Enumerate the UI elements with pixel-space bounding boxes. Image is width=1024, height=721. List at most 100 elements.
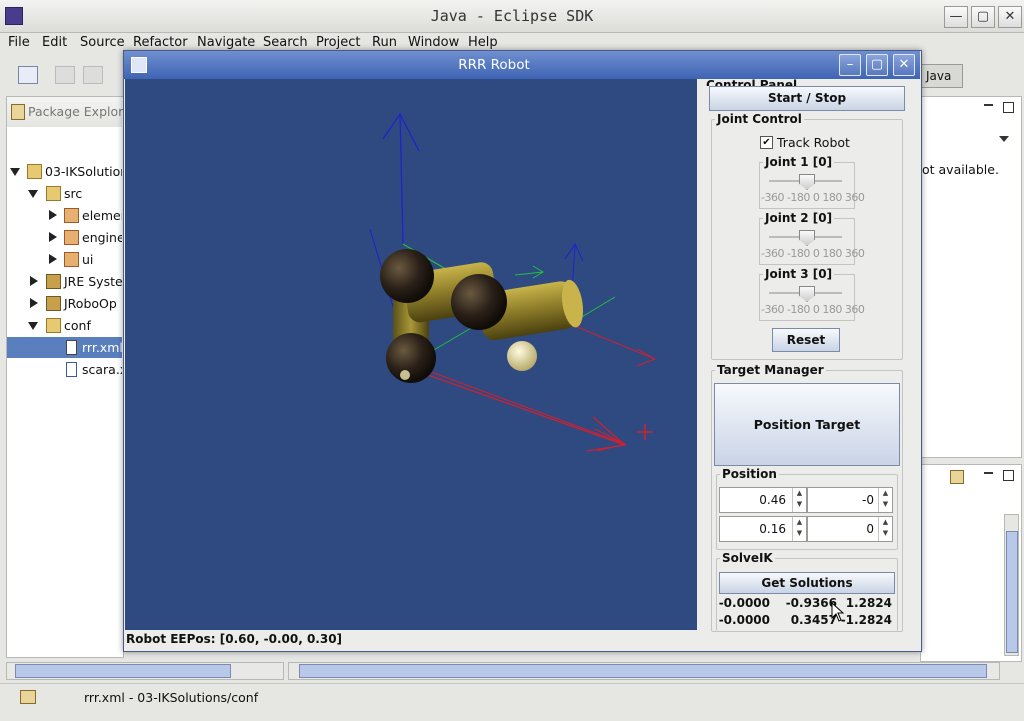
position-y-spinner[interactable]: -0 ▲ ▼: [807, 487, 893, 513]
collapse-arrow-icon[interactable]: [30, 298, 38, 308]
position-x-spinner[interactable]: 0.46 ▲ ▼: [719, 487, 807, 513]
solution-value: -0.0000: [719, 613, 770, 627]
spinner-arrows-icon[interactable]: ▲ ▼: [878, 517, 892, 541]
minimize-view-icon[interactable]: [984, 104, 993, 106]
spinner-arrows-icon[interactable]: ▲ ▼: [792, 517, 806, 541]
new-wizard-icon[interactable]: [18, 66, 38, 84]
joint-control-title: Joint Control: [715, 112, 804, 126]
position-z-spinner[interactable]: 0.16 ▲ ▼: [719, 516, 807, 542]
maximize-view-icon[interactable]: [1003, 102, 1014, 113]
tree-item-label: JRE Syste: [64, 274, 122, 289]
robot-maximize-button[interactable]: ▢: [866, 54, 888, 76]
spinner-arrows-icon[interactable]: ▲ ▼: [878, 488, 892, 512]
tree-item-package[interactable]: elemen: [7, 205, 122, 226]
tree-item-rrr-xml[interactable]: rrr.xml: [7, 337, 122, 358]
solution-row[interactable]: -0.0000 0.3457 -1.2824: [719, 613, 895, 630]
menu-edit[interactable]: Edit: [42, 35, 67, 50]
position-w-spinner[interactable]: 0 ▲ ▼: [807, 516, 893, 542]
robot-3d-canvas[interactable]: [125, 79, 697, 630]
tree-item-conf[interactable]: conf: [7, 315, 122, 336]
horizontal-scrollbar[interactable]: [6, 662, 284, 680]
scrollbar-thumb[interactable]: [1006, 531, 1018, 653]
tree-item-library[interactable]: JRE Syste: [7, 271, 122, 292]
print-icon[interactable]: [83, 66, 103, 84]
world-x-axis: [424, 373, 626, 446]
target-manager-title: Target Manager: [715, 363, 826, 377]
scrollbar-thumb[interactable]: [299, 664, 987, 678]
get-solutions-button[interactable]: Get Solutions: [719, 572, 895, 594]
library-icon: [46, 296, 61, 311]
solution-value: -0.9366: [785, 596, 837, 610]
package-icon: [64, 252, 79, 267]
collapse-arrow-icon[interactable]: [49, 210, 57, 220]
solution-row[interactable]: -0.0000 -0.9366 1.2824: [719, 596, 895, 613]
tree-item-label: conf: [64, 318, 91, 333]
position-x-value: 0.46: [759, 493, 786, 507]
spinner-arrows-icon[interactable]: ▲ ▼: [792, 488, 806, 512]
position-y-value: -0: [862, 493, 874, 507]
position-z-value: 0.16: [759, 522, 786, 536]
eclipse-maximize-button[interactable]: ▢: [971, 6, 995, 28]
expand-arrow-icon[interactable]: [10, 168, 20, 176]
robot-close-button[interactable]: ✕: [893, 54, 915, 76]
tree-item-src[interactable]: src: [7, 183, 122, 204]
collapse-arrow-icon[interactable]: [30, 276, 38, 286]
scrollbar-thumb[interactable]: [15, 664, 231, 678]
tree-item-library[interactable]: JRoboOp: [7, 293, 122, 314]
menu-project[interactable]: Project: [316, 35, 360, 50]
new-item-icon[interactable]: [950, 470, 964, 484]
java-perspective-button[interactable]: Java: [921, 64, 963, 88]
package-explorer-tab[interactable]: Package Explore: [28, 104, 131, 119]
folder-icon: [46, 318, 61, 333]
menu-source[interactable]: Source: [80, 35, 125, 50]
reset-button[interactable]: Reset: [772, 328, 840, 352]
collapse-arrow-icon[interactable]: [49, 232, 57, 242]
outline-message: ot available.: [922, 162, 999, 177]
fast-view-icon[interactable]: [20, 690, 36, 704]
java-perspective-label: Java: [926, 69, 952, 83]
save-icon[interactable]: [55, 66, 75, 84]
tree-item-label: src: [64, 186, 83, 201]
joint-2-sphere: [451, 274, 507, 330]
menu-window[interactable]: Window: [408, 35, 459, 50]
robot-minimize-button[interactable]: –: [839, 54, 861, 76]
solutions-list: -0.0000 -0.9366 1.2824 -0.0000 0.3457 -1…: [719, 596, 895, 630]
start-stop-button[interactable]: Start / Stop: [709, 86, 905, 111]
source-folder-icon: [46, 186, 61, 201]
end-effector-position: Robot EEPos: [0.60, -0.00, 0.30]: [125, 630, 698, 648]
horizontal-scrollbar[interactable]: [288, 662, 1000, 680]
solution-value: -1.2824: [840, 613, 892, 627]
maximize-view-icon[interactable]: [1003, 470, 1014, 481]
tree-item-package[interactable]: ui: [7, 249, 122, 270]
tree-item-label: 03-IKSolution: [45, 164, 122, 179]
robot-window-title: RRR Robot: [458, 57, 530, 73]
eclipse-close-button[interactable]: ✕: [998, 6, 1022, 28]
minimize-view-icon[interactable]: [984, 472, 993, 474]
tree-item-scara-xml[interactable]: scara.x: [7, 359, 122, 380]
track-robot-checkbox[interactable]: ✔: [760, 136, 773, 149]
ee-x-axis: [569, 323, 656, 360]
menu-run[interactable]: Run: [372, 35, 397, 50]
tree-item-package[interactable]: engine: [7, 227, 122, 248]
expand-arrow-icon[interactable]: [28, 190, 38, 198]
status-text: rrr.xml - 03-IKSolutions/conf: [84, 690, 259, 705]
menu-help[interactable]: Help: [468, 35, 498, 50]
tree-item-project[interactable]: 03-IKSolution: [7, 161, 122, 182]
menu-refactor[interactable]: Refactor: [133, 35, 188, 50]
package-icon: [64, 208, 79, 223]
menu-search[interactable]: Search: [263, 35, 308, 50]
menu-navigate[interactable]: Navigate: [197, 35, 255, 50]
world-z-axis: [399, 113, 404, 245]
target-marker: [637, 424, 653, 440]
vertical-scrollbar[interactable]: [1004, 514, 1019, 656]
view-menu-icon[interactable]: [999, 136, 1009, 142]
eclipse-minimize-button[interactable]: —: [944, 6, 968, 28]
tree-item-label: ui: [82, 252, 94, 267]
position-target-button[interactable]: Position Target: [714, 383, 900, 466]
expand-arrow-icon[interactable]: [28, 322, 38, 330]
control-panel-title: Control Panel: [706, 78, 798, 86]
menu-file[interactable]: File: [8, 35, 30, 50]
project-folder-icon: [27, 164, 42, 179]
collapse-arrow-icon[interactable]: [49, 254, 57, 264]
package-icon: [64, 230, 79, 245]
